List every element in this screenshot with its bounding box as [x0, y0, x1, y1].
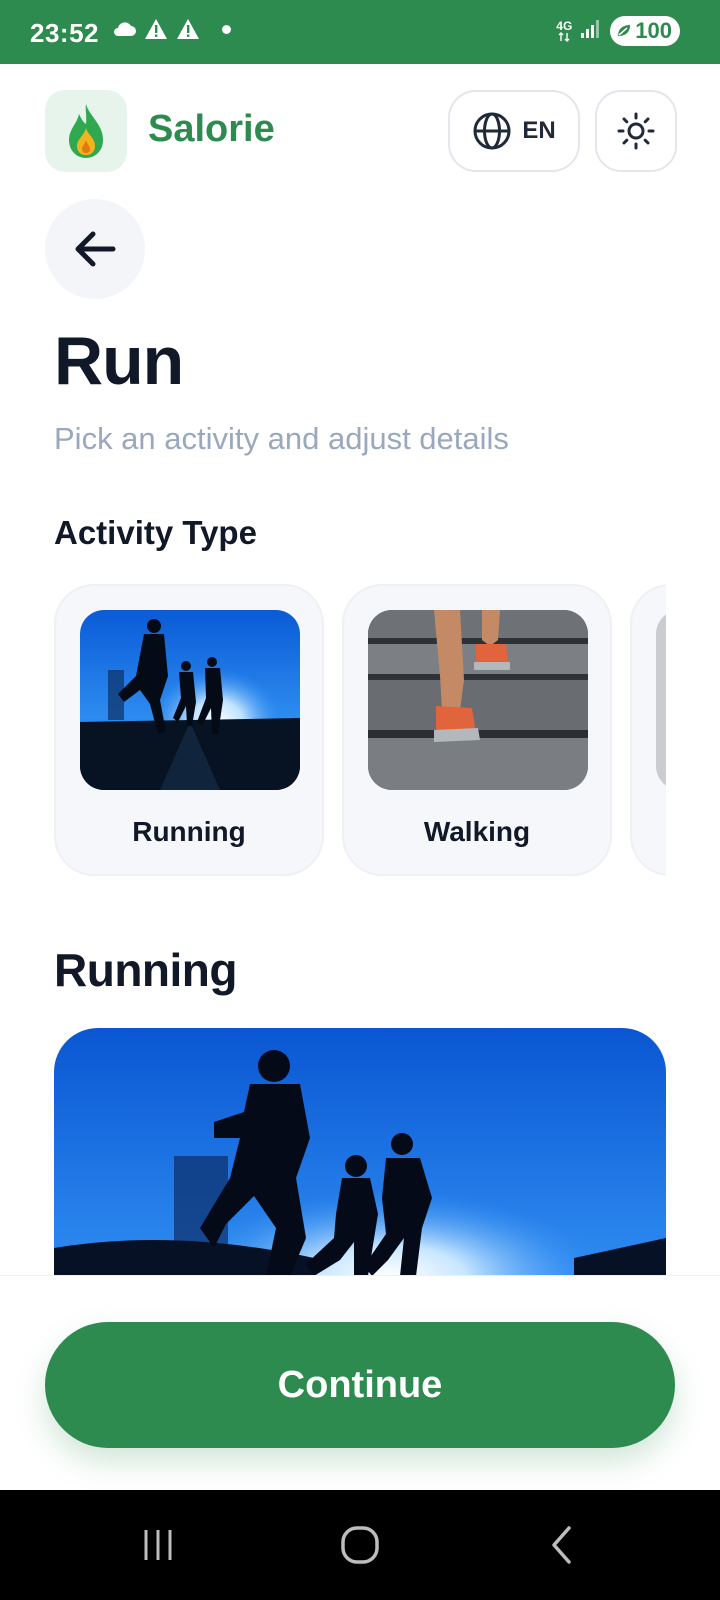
activity-card-running[interactable]: Running: [54, 584, 324, 876]
app-logo: [45, 90, 127, 172]
arrow-left-icon: [75, 231, 116, 267]
page-title: Run: [54, 323, 184, 399]
signal-icon: [580, 19, 602, 44]
walking-card-image: [368, 610, 588, 790]
warning-icon: [144, 18, 168, 40]
status-time: 23:52: [30, 18, 99, 48]
activity-type-heading: Activity Type: [54, 514, 257, 551]
status-system-icons: 4G 100: [556, 16, 680, 46]
bottom-action-bar: Continue: [0, 1275, 720, 1490]
network-label: 4G: [556, 19, 573, 33]
battery-icon: 100: [610, 16, 680, 46]
language-label: EN: [522, 117, 556, 144]
continue-button[interactable]: Continue: [45, 1322, 675, 1448]
dot-icon: [222, 24, 231, 34]
warning-icon: [176, 18, 200, 40]
status-notification-icons: [112, 18, 231, 40]
language-button[interactable]: EN: [448, 90, 580, 172]
selected-activity-title: Running: [54, 944, 238, 996]
home-icon[interactable]: [330, 1520, 390, 1570]
activity-type-carousel[interactable]: Running Walking: [54, 584, 666, 876]
back-button[interactable]: [45, 199, 145, 299]
partial-card-image: [656, 610, 666, 790]
selected-activity-image: [54, 1028, 666, 1276]
status-bar: 23:52 4G 100: [0, 0, 720, 64]
activity-card-label: Running: [132, 816, 246, 847]
recent-apps-icon[interactable]: [128, 1520, 188, 1570]
battery-level: 100: [635, 18, 672, 43]
sun-icon: [617, 112, 655, 150]
network-indicator: 4G: [556, 20, 572, 42]
running-card-image: [80, 610, 300, 790]
cloud-icon: [112, 21, 136, 37]
activity-card-label: Walking: [423, 816, 531, 847]
flame-logo-icon: [69, 104, 103, 158]
activity-card-walking[interactable]: Walking: [342, 584, 612, 876]
app-title: Salorie: [148, 108, 275, 150]
back-icon[interactable]: [532, 1520, 592, 1570]
globe-icon: [473, 112, 511, 150]
theme-toggle-button[interactable]: [595, 90, 677, 172]
activity-card-partial[interactable]: [630, 584, 666, 876]
page-subtitle: Pick an activity and adjust details: [54, 421, 509, 456]
system-navigation-bar: [0, 1490, 720, 1600]
